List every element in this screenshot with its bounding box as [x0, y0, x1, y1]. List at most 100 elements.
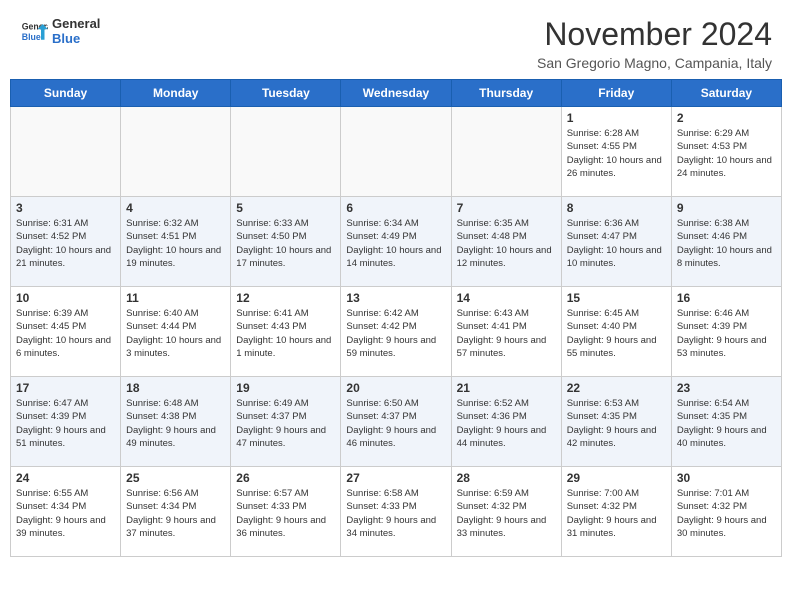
day-number: 12 [236, 291, 335, 305]
calendar-week-3: 10 Sunrise: 6:39 AM Sunset: 4:45 PM Dayli… [11, 287, 782, 377]
day-cell: 25 Sunrise: 6:56 AM Sunset: 4:34 PM Dayli… [121, 467, 231, 557]
day-number: 22 [567, 381, 666, 395]
day-info: Sunrise: 6:35 AM Sunset: 4:48 PM Dayligh… [457, 217, 556, 270]
day-cell: 4 Sunrise: 6:32 AM Sunset: 4:51 PM Daylig… [121, 197, 231, 287]
day-number: 8 [567, 201, 666, 215]
day-info: Sunrise: 6:53 AM Sunset: 4:35 PM Dayligh… [567, 397, 666, 450]
day-info: Sunrise: 6:52 AM Sunset: 4:36 PM Dayligh… [457, 397, 556, 450]
day-number: 13 [346, 291, 445, 305]
day-cell: 6 Sunrise: 6:34 AM Sunset: 4:49 PM Daylig… [341, 197, 451, 287]
day-number: 1 [567, 111, 666, 125]
day-number: 3 [16, 201, 115, 215]
day-info: Sunrise: 7:01 AM Sunset: 4:32 PM Dayligh… [677, 487, 776, 540]
day-number: 19 [236, 381, 335, 395]
day-cell: 16 Sunrise: 6:46 AM Sunset: 4:39 PM Dayli… [671, 287, 781, 377]
day-info: Sunrise: 6:39 AM Sunset: 4:45 PM Dayligh… [16, 307, 115, 360]
day-info: Sunrise: 6:33 AM Sunset: 4:50 PM Dayligh… [236, 217, 335, 270]
logo-icon: General Blue [20, 17, 48, 45]
day-cell: 10 Sunrise: 6:39 AM Sunset: 4:45 PM Dayli… [11, 287, 121, 377]
day-number: 7 [457, 201, 556, 215]
weekday-header-row: SundayMondayTuesdayWednesdayThursdayFrid… [11, 80, 782, 107]
day-number: 29 [567, 471, 666, 485]
day-number: 28 [457, 471, 556, 485]
day-cell: 14Sunrise: 6:43 AM Sunset: 4:41 PM Dayli… [451, 287, 561, 377]
day-cell: 30Sunrise: 7:01 AM Sunset: 4:32 PM Dayli… [671, 467, 781, 557]
day-cell: 27Sunrise: 6:58 AM Sunset: 4:33 PM Dayli… [341, 467, 451, 557]
day-info: Sunrise: 6:42 AM Sunset: 4:42 PM Dayligh… [346, 307, 445, 360]
day-cell: 29 Sunrise: 7:00 AM Sunset: 4:32 PM Dayli… [561, 467, 671, 557]
day-info: Sunrise: 6:34 AM Sunset: 4:49 PM Dayligh… [346, 217, 445, 270]
day-cell: 20 Sunrise: 6:50 AM Sunset: 4:37 PM Dayli… [341, 377, 451, 467]
page-header: General Blue General Blue November 2024 … [0, 0, 792, 79]
day-info: Sunrise: 6:54 AM Sunset: 4:35 PM Dayligh… [677, 397, 776, 450]
day-info: Sunrise: 6:31 AM Sunset: 4:52 PM Dayligh… [16, 217, 115, 270]
day-cell: 9Sunrise: 6:38 AM Sunset: 4:46 PM Daylig… [671, 197, 781, 287]
day-number: 11 [126, 291, 225, 305]
day-cell: 2 Sunrise: 6:29 AM Sunset: 4:53 PM Daylig… [671, 107, 781, 197]
day-info: Sunrise: 6:57 AM Sunset: 4:33 PM Dayligh… [236, 487, 335, 540]
weekday-header-monday: Monday [121, 80, 231, 107]
day-cell [11, 107, 121, 197]
day-number: 14 [457, 291, 556, 305]
day-info: Sunrise: 6:28 AM Sunset: 4:55 PM Dayligh… [567, 127, 666, 180]
calendar-week-5: 24Sunrise: 6:55 AM Sunset: 4:34 PM Dayli… [11, 467, 782, 557]
day-cell: 13 Sunrise: 6:42 AM Sunset: 4:42 PM Dayli… [341, 287, 451, 377]
day-info: Sunrise: 6:48 AM Sunset: 4:38 PM Dayligh… [126, 397, 225, 450]
title-section: November 2024 San Gregorio Magno, Campan… [537, 16, 772, 71]
day-cell [451, 107, 561, 197]
calendar-body: 1 Sunrise: 6:28 AM Sunset: 4:55 PM Daylig… [11, 107, 782, 557]
day-info: Sunrise: 6:46 AM Sunset: 4:39 PM Dayligh… [677, 307, 776, 360]
day-number: 26 [236, 471, 335, 485]
day-number: 10 [16, 291, 115, 305]
day-number: 4 [126, 201, 225, 215]
day-cell: 8 Sunrise: 6:36 AM Sunset: 4:47 PM Daylig… [561, 197, 671, 287]
day-info: Sunrise: 6:59 AM Sunset: 4:32 PM Dayligh… [457, 487, 556, 540]
day-cell: 11Sunrise: 6:40 AM Sunset: 4:44 PM Dayli… [121, 287, 231, 377]
day-info: Sunrise: 6:38 AM Sunset: 4:46 PM Dayligh… [677, 217, 776, 270]
location-title: San Gregorio Magno, Campania, Italy [537, 55, 772, 71]
weekday-header-sunday: Sunday [11, 80, 121, 107]
logo-text-general: General [52, 16, 100, 31]
day-info: Sunrise: 6:32 AM Sunset: 4:51 PM Dayligh… [126, 217, 225, 270]
day-number: 18 [126, 381, 225, 395]
day-info: Sunrise: 6:45 AM Sunset: 4:40 PM Dayligh… [567, 307, 666, 360]
calendar-week-4: 17 Sunrise: 6:47 AM Sunset: 4:39 PM Dayli… [11, 377, 782, 467]
day-number: 6 [346, 201, 445, 215]
calendar-header: SundayMondayTuesdayWednesdayThursdayFrid… [11, 80, 782, 107]
day-number: 17 [16, 381, 115, 395]
day-number: 25 [126, 471, 225, 485]
day-number: 15 [567, 291, 666, 305]
day-info: Sunrise: 6:56 AM Sunset: 4:34 PM Dayligh… [126, 487, 225, 540]
day-number: 21 [457, 381, 556, 395]
day-cell: 15 Sunrise: 6:45 AM Sunset: 4:40 PM Dayli… [561, 287, 671, 377]
day-info: Sunrise: 6:58 AM Sunset: 4:33 PM Dayligh… [346, 487, 445, 540]
weekday-header-thursday: Thursday [451, 80, 561, 107]
day-info: Sunrise: 6:47 AM Sunset: 4:39 PM Dayligh… [16, 397, 115, 450]
weekday-header-friday: Friday [561, 80, 671, 107]
calendar-week-1: 1 Sunrise: 6:28 AM Sunset: 4:55 PM Daylig… [11, 107, 782, 197]
day-cell: 1 Sunrise: 6:28 AM Sunset: 4:55 PM Daylig… [561, 107, 671, 197]
day-number: 20 [346, 381, 445, 395]
svg-text:Blue: Blue [22, 32, 41, 42]
day-info: Sunrise: 6:50 AM Sunset: 4:37 PM Dayligh… [346, 397, 445, 450]
day-cell: 26 Sunrise: 6:57 AM Sunset: 4:33 PM Dayli… [231, 467, 341, 557]
day-cell: 19 Sunrise: 6:49 AM Sunset: 4:37 PM Dayli… [231, 377, 341, 467]
month-title: November 2024 [537, 16, 772, 53]
day-cell: 7 Sunrise: 6:35 AM Sunset: 4:48 PM Daylig… [451, 197, 561, 287]
day-cell [341, 107, 451, 197]
day-cell: 23Sunrise: 6:54 AM Sunset: 4:35 PM Dayli… [671, 377, 781, 467]
day-number: 2 [677, 111, 776, 125]
day-info: Sunrise: 6:36 AM Sunset: 4:47 PM Dayligh… [567, 217, 666, 270]
weekday-header-wednesday: Wednesday [341, 80, 451, 107]
day-info: Sunrise: 6:29 AM Sunset: 4:53 PM Dayligh… [677, 127, 776, 180]
day-info: Sunrise: 7:00 AM Sunset: 4:32 PM Dayligh… [567, 487, 666, 540]
day-info: Sunrise: 6:49 AM Sunset: 4:37 PM Dayligh… [236, 397, 335, 450]
day-cell: 3 Sunrise: 6:31 AM Sunset: 4:52 PM Daylig… [11, 197, 121, 287]
day-cell [121, 107, 231, 197]
day-number: 16 [677, 291, 776, 305]
day-number: 5 [236, 201, 335, 215]
day-info: Sunrise: 6:41 AM Sunset: 4:43 PM Dayligh… [236, 307, 335, 360]
day-info: Sunrise: 6:55 AM Sunset: 4:34 PM Dayligh… [16, 487, 115, 540]
day-cell: 17 Sunrise: 6:47 AM Sunset: 4:39 PM Dayli… [11, 377, 121, 467]
day-cell: 28 Sunrise: 6:59 AM Sunset: 4:32 PM Dayli… [451, 467, 561, 557]
